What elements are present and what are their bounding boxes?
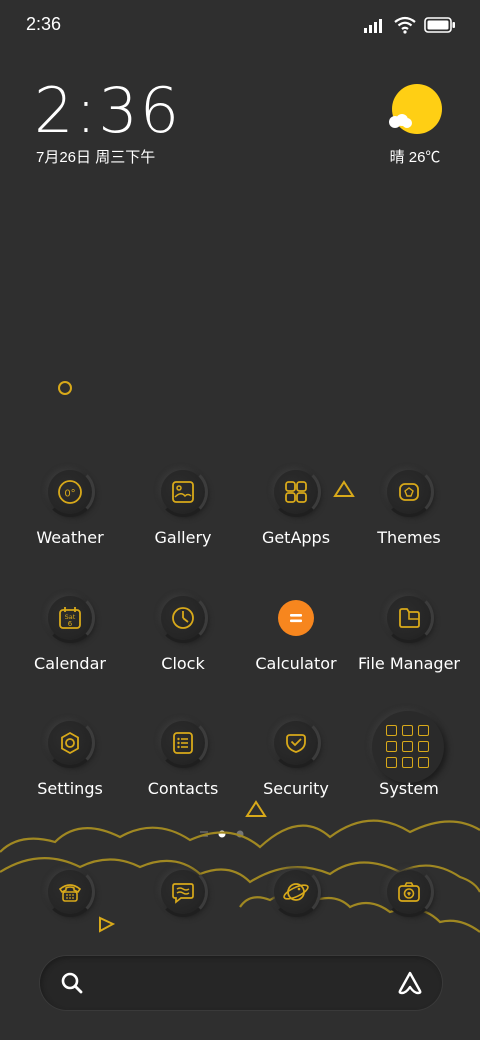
- app-system-folder[interactable]: System: [354, 711, 464, 821]
- app-settings[interactable]: Settings: [15, 718, 125, 821]
- clock-widget-date: 7月26日 周三下午: [36, 149, 156, 166]
- assistant-logo-icon[interactable]: [396, 970, 424, 996]
- folder-preview-icon: [372, 711, 444, 783]
- weather-widget-text: 晴 26℃: [389, 149, 441, 166]
- getapps-grid-icon: [285, 481, 307, 503]
- app-label: Security: [263, 779, 329, 798]
- camera-icon: [398, 882, 420, 902]
- search-icon[interactable]: [60, 971, 84, 995]
- battery-icon: [424, 17, 455, 33]
- phone-icon: [58, 884, 82, 902]
- search-bar[interactable]: [40, 956, 442, 1010]
- app-gallery[interactable]: Gallery: [128, 467, 238, 570]
- app-clock[interactable]: Clock: [128, 593, 238, 696]
- app-label: Contacts: [147, 779, 219, 798]
- calendar-icon: Sat 6: [59, 607, 81, 629]
- app-label: Settings: [37, 779, 103, 798]
- weather-icon-temp: 0°: [64, 489, 75, 500]
- dock-browser[interactable]: [241, 867, 351, 970]
- circle-decoration-icon: [58, 381, 72, 395]
- app-contacts[interactable]: Contacts: [128, 718, 238, 821]
- app-label: Clock: [161, 654, 205, 673]
- cloud-icon: [389, 114, 412, 128]
- app-calendar[interactable]: Sat 6 Calendar: [15, 593, 125, 696]
- calendar-icon-day: Sat: [65, 613, 76, 621]
- dock-camera[interactable]: [354, 867, 464, 970]
- message-icon: [172, 883, 194, 904]
- app-label: Gallery: [154, 528, 212, 547]
- weather-app-icon: 0°: [58, 480, 82, 504]
- gallery-icon: [172, 481, 194, 503]
- calendar-icon-date: 6: [68, 620, 73, 628]
- app-label: Calendar: [34, 654, 106, 673]
- app-security[interactable]: Security: [241, 718, 351, 821]
- app-getapps[interactable]: GetApps: [241, 467, 351, 570]
- app-themes[interactable]: Themes: [354, 467, 464, 570]
- app-file-manager[interactable]: File Manager: [354, 593, 464, 696]
- folder-icon: [399, 608, 420, 628]
- app-weather[interactable]: 0° Weather: [15, 467, 125, 570]
- app-label: Calculator: [255, 654, 337, 673]
- clock-widget-time[interactable]: 2:36: [34, 74, 181, 147]
- dock-messaging[interactable]: [128, 867, 238, 970]
- calculator-equals-icon: [290, 614, 302, 623]
- contacts-icon: [173, 732, 193, 754]
- app-label: GetApps: [261, 528, 331, 547]
- shield-icon: [286, 734, 306, 753]
- planet-browser-icon: [283, 883, 309, 901]
- status-time: 2:36: [26, 14, 62, 34]
- app-calculator[interactable]: Calculator: [241, 596, 351, 696]
- app-label: File Manager: [358, 654, 460, 673]
- app-label: System: [379, 779, 439, 798]
- status-icons: [364, 14, 456, 36]
- status-bar: 2:36: [0, 0, 480, 50]
- clock-icon: [172, 607, 194, 629]
- themes-icon: [399, 483, 419, 501]
- settings-gear-icon: [61, 731, 79, 755]
- signal-icon: [364, 19, 382, 33]
- dock-phone[interactable]: [15, 867, 125, 970]
- app-label: Themes: [377, 528, 441, 547]
- app-label: Weather: [36, 528, 104, 547]
- wifi-icon: [394, 16, 416, 34]
